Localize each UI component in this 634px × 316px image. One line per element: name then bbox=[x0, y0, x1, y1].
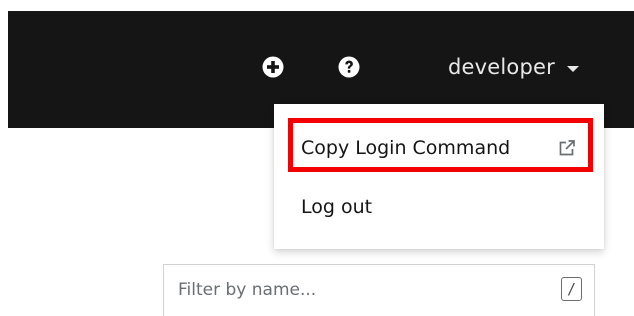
username-label: developer bbox=[448, 55, 555, 79]
caret-down-icon bbox=[566, 66, 579, 72]
add-button[interactable] bbox=[258, 52, 288, 82]
user-dropdown-menu: Copy Login Command Log out bbox=[274, 104, 604, 249]
plus-circle-icon bbox=[262, 56, 284, 78]
external-link-icon bbox=[559, 140, 575, 156]
shortcut-key-badge: / bbox=[561, 277, 582, 301]
filter-box: / bbox=[163, 264, 595, 316]
user-menu-toggle[interactable]: developer bbox=[448, 49, 579, 85]
copy-login-command-item[interactable]: Copy Login Command bbox=[274, 128, 604, 168]
log-out-label: Log out bbox=[301, 196, 373, 218]
filter-by-name-input[interactable] bbox=[164, 265, 544, 315]
question-circle-icon bbox=[338, 56, 360, 78]
help-button[interactable] bbox=[334, 52, 364, 82]
copy-login-command-label: Copy Login Command bbox=[301, 137, 511, 159]
log-out-item[interactable]: Log out bbox=[274, 187, 604, 227]
